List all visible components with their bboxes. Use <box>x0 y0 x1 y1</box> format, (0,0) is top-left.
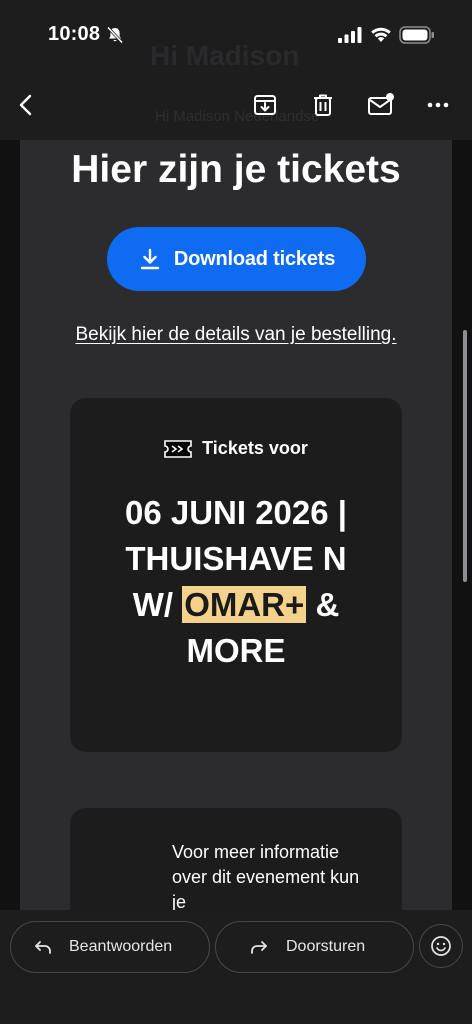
mark-unread-icon[interactable] <box>364 88 398 122</box>
forward-button[interactable]: Doorsturen <box>215 921 414 973</box>
info-card: Voor meer informatie over dit evenement … <box>70 808 402 910</box>
email-toolbar: Hi Madison Hi Madison Nederlandse <box>0 40 472 140</box>
bell-muted-icon <box>106 26 124 44</box>
forward-icon <box>251 941 267 954</box>
bottom-action-bar: Beantwoorden Doorsturen <box>0 910 472 1024</box>
reply-button[interactable]: Beantwoorden <box>10 921 210 973</box>
faded-sender-text: Hi Madison Nederlandse <box>155 108 320 125</box>
download-tickets-label: Download tickets <box>173 247 336 270</box>
ticket-icon <box>164 439 192 458</box>
email-body[interactable]: Hier zijn je tickets Download tickets Be… <box>0 140 472 910</box>
download-icon <box>140 248 160 270</box>
ticket-header: Tickets voor <box>70 438 402 459</box>
event-title: 06 JUNI 2026 | THUISHAVE N W/ OMAR+ & MO… <box>116 490 356 674</box>
more-options-icon[interactable] <box>421 88 455 122</box>
email-content-card: Hier zijn je tickets Download tickets Be… <box>20 140 452 910</box>
faded-subject-text: Hi Madison <box>150 40 300 71</box>
tickets-for-label: Tickets voor <box>202 438 308 458</box>
wifi-icon <box>371 27 391 42</box>
order-details-link[interactable]: Bekijk hier de details van je bestelling… <box>20 324 452 346</box>
status-time: 10:08 <box>48 23 101 45</box>
scrollbar[interactable] <box>463 330 467 582</box>
battery-icon <box>399 26 434 44</box>
signal-icon <box>338 27 362 43</box>
smiley-icon <box>431 936 451 956</box>
trash-icon[interactable] <box>306 88 340 122</box>
reply-icon <box>35 941 51 954</box>
event-title-highlight: OMAR+ <box>182 586 307 623</box>
event-info-text: Voor meer informatie over dit evenement … <box>172 842 360 910</box>
ticket-card: Tickets voor 06 JUNI 2026 | THUISHAVE N … <box>70 398 402 752</box>
reply-label: Beantwoorden <box>69 938 173 955</box>
email-headline: Hier zijn je tickets <box>71 148 401 191</box>
emoji-reaction-button[interactable] <box>419 924 463 968</box>
forward-label: Doorsturen <box>286 938 366 955</box>
archive-icon[interactable] <box>248 88 282 122</box>
back-icon[interactable] <box>10 88 44 122</box>
download-tickets-button[interactable]: Download tickets <box>107 227 366 291</box>
